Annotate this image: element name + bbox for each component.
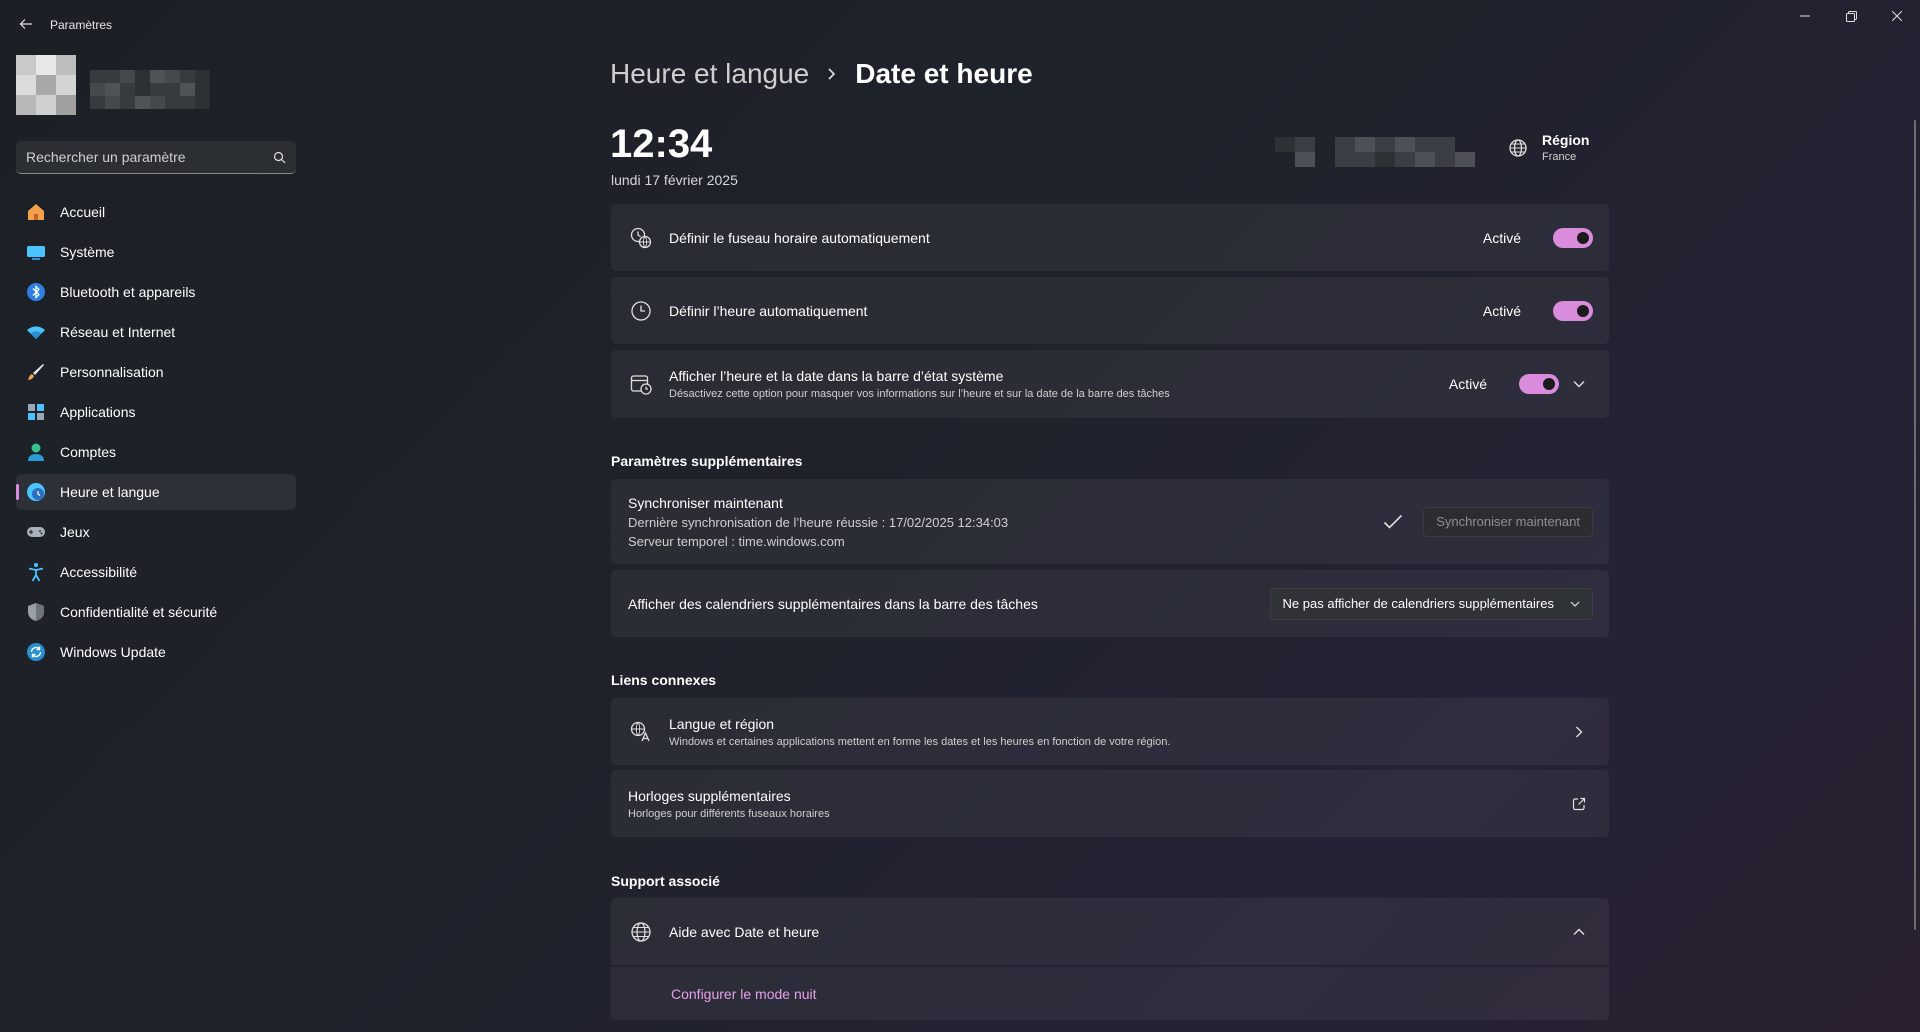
title-bar: Paramètres xyxy=(0,0,1920,48)
minimize-icon xyxy=(1800,15,1810,17)
checkmark-icon xyxy=(1383,514,1403,529)
night-mode-link[interactable]: Configurer le mode nuit xyxy=(671,986,817,1002)
brush-icon xyxy=(26,362,46,382)
help-date-time-card[interactable]: Aide avec Date et heure xyxy=(611,898,1609,965)
sidebar-item-personnalisation[interactable]: Personnalisation xyxy=(16,354,296,390)
additional-settings-heading: Paramètres supplémentaires xyxy=(611,453,803,469)
app-title: Paramètres xyxy=(50,18,113,32)
language-globe-icon xyxy=(629,720,653,744)
related-links-heading: Liens connexes xyxy=(611,672,717,688)
show-in-tray-subtitle: Désactivez cette option pour masquer vos… xyxy=(669,388,1170,400)
restore-icon xyxy=(1845,10,1857,22)
support-heading: Support associé xyxy=(611,873,720,889)
current-time: 12:34 xyxy=(610,122,713,166)
globe-icon xyxy=(629,920,653,944)
language-region-link[interactable]: Langue et région Windows et certaines ap… xyxy=(611,698,1609,765)
home-icon xyxy=(26,202,46,222)
gamepad-icon xyxy=(26,522,46,542)
sync-last: Dernière synchronisation de l’heure réus… xyxy=(628,514,1009,530)
sidebar-item-reseau[interactable]: Réseau et Internet xyxy=(16,314,296,350)
close-button[interactable] xyxy=(1874,0,1920,32)
extra-clocks-subtitle: Horloges pour différents fuseaux horaire… xyxy=(628,807,830,820)
clock-icon xyxy=(629,299,653,323)
auto-time-title: Définir l’heure automatiquement xyxy=(669,302,868,319)
auto-timezone-card: Définir le fuseau horaire automatiquemen… xyxy=(611,204,1609,271)
page-title: Date et heure xyxy=(855,58,1033,89)
sidebar-item-applications[interactable]: Applications xyxy=(16,394,296,430)
auto-time-card: Définir l’heure automatiquement Activé xyxy=(611,277,1609,344)
search-icon[interactable] xyxy=(273,151,286,164)
show-in-tray-title: Afficher l’heure et la date dans la barr… xyxy=(669,368,1004,384)
calendars-title: Afficher des calendriers supplémentaires… xyxy=(628,595,1038,612)
system-icon xyxy=(26,242,46,262)
chevron-right-icon xyxy=(1571,724,1587,740)
avatar[interactable] xyxy=(16,55,76,115)
sidebar-item-heure-et-langue[interactable]: Heure et langue xyxy=(16,474,296,510)
sidebar-item-windows-update[interactable]: Windows Update xyxy=(16,634,296,670)
globe-clock-icon xyxy=(629,226,653,250)
scrollbar[interactable] xyxy=(1914,120,1916,930)
sidebar-item-bluetooth[interactable]: Bluetooth et appareils xyxy=(16,274,296,310)
chevron-up-icon[interactable] xyxy=(1571,924,1587,940)
extra-clocks-link[interactable]: Horloges supplémentaires Horloges pour d… xyxy=(611,770,1609,837)
bluetooth-icon xyxy=(26,282,46,302)
sidebar-item-confidentialite[interactable]: Confidentialité et sécurité xyxy=(16,594,296,630)
language-region-title: Langue et région xyxy=(669,715,775,732)
sidebar-item-jeux[interactable]: Jeux xyxy=(16,514,296,550)
chevron-down-icon[interactable] xyxy=(1571,376,1587,392)
show-in-tray-toggle[interactable] xyxy=(1519,374,1559,394)
time-language-icon xyxy=(26,482,46,502)
help-links-panel: Configurer le mode nuit xyxy=(611,967,1609,1020)
restore-button[interactable] xyxy=(1828,0,1874,32)
breadcrumb-parent[interactable]: Heure et langue xyxy=(610,58,809,90)
account-icon xyxy=(26,442,46,462)
show-in-tray-state: Activé xyxy=(1448,376,1487,392)
help-title: Aide avec Date et heure xyxy=(669,923,820,940)
sync-title: Synchroniser maintenant xyxy=(628,494,783,511)
globe-icon xyxy=(1509,138,1527,157)
show-in-tray-card[interactable]: Afficher l’heure et la date dans la barr… xyxy=(611,350,1609,418)
calendar-clock-icon xyxy=(629,372,653,396)
back-button[interactable] xyxy=(14,12,38,36)
chevron-right-icon xyxy=(827,67,837,81)
breadcrumb: Heure et langue Date et heure xyxy=(610,58,1033,90)
search-input[interactable] xyxy=(26,149,273,165)
chevron-down-icon xyxy=(1570,601,1580,607)
minimize-button[interactable] xyxy=(1782,0,1828,32)
sync-card: Synchroniser maintenant Dernière synchro… xyxy=(611,479,1609,564)
wifi-icon xyxy=(26,322,46,342)
profile-name-blurred xyxy=(90,70,210,110)
region-title: Région xyxy=(1542,132,1590,148)
close-icon xyxy=(1892,11,1902,21)
auto-timezone-state: Activé xyxy=(1482,229,1521,246)
external-link-icon xyxy=(1571,796,1587,812)
sidebar-item-systeme[interactable]: Système xyxy=(16,234,296,270)
auto-time-state: Activé xyxy=(1482,302,1521,319)
calendars-selected: Ne pas afficher de calendriers supplémen… xyxy=(1282,596,1554,611)
calendars-dropdown[interactable]: Ne pas afficher de calendriers supplémen… xyxy=(1269,587,1593,620)
extra-clocks-title: Horloges supplémentaires xyxy=(628,787,791,804)
apps-icon xyxy=(26,402,46,422)
sidebar-nav: Accueil Système Bluetooth et appareils R… xyxy=(16,194,296,674)
region-value: France xyxy=(1542,151,1577,163)
sidebar-item-comptes[interactable]: Comptes xyxy=(16,434,296,470)
sync-server: Serveur temporel : time.windows.com xyxy=(628,533,845,549)
auto-timezone-title: Définir le fuseau horaire automatiquemen… xyxy=(669,229,930,246)
accessibility-icon xyxy=(26,562,46,582)
timezone-blurred xyxy=(1275,137,1475,167)
language-region-subtitle: Windows et certaines applications metten… xyxy=(669,735,1171,748)
current-date: lundi 17 février 2025 xyxy=(611,172,738,188)
back-arrow-icon xyxy=(19,19,32,29)
auto-time-toggle[interactable] xyxy=(1553,300,1593,321)
search-box[interactable] xyxy=(16,141,296,174)
calendars-card: Afficher des calendriers supplémentaires… xyxy=(611,570,1609,637)
update-icon xyxy=(26,642,46,662)
sync-now-button[interactable]: Synchroniser maintenant xyxy=(1423,506,1593,537)
shield-icon xyxy=(26,602,46,622)
auto-timezone-toggle[interactable] xyxy=(1553,227,1593,248)
sidebar-item-accessibilite[interactable]: Accessibilité xyxy=(16,554,296,590)
region-info[interactable]: Région France xyxy=(1508,132,1589,163)
sidebar-item-accueil[interactable]: Accueil xyxy=(16,194,296,230)
